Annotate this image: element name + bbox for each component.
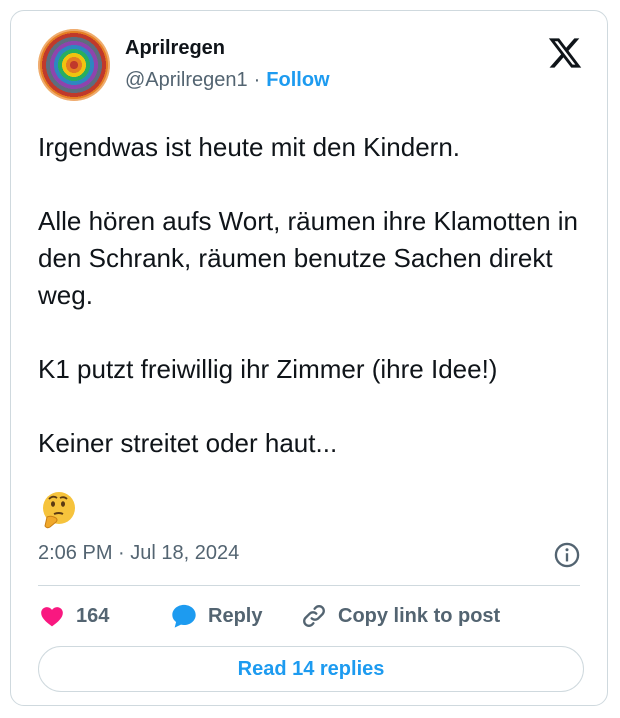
x-logo-icon[interactable]: [547, 35, 583, 71]
tweet-paragraph: K1 putzt freiwillig ihr Zimmer (ihre Ide…: [38, 354, 498, 384]
reply-bubble-icon: [172, 604, 196, 628]
action-bar: 164 Reply Copy link to post: [38, 601, 598, 631]
tweet-card: Aprilregen @Aprilregen1 · Follow Irgendwas…: [10, 10, 608, 706]
info-icon[interactable]: [553, 541, 581, 569]
link-icon: [303, 605, 325, 627]
author-handle[interactable]: @Aprilregen1: [125, 69, 248, 91]
copy-link-label: Copy link to post: [338, 604, 501, 627]
tweet-paragraph: Irgendwas ist heute mit den Kindern.: [38, 132, 461, 162]
avatar[interactable]: [38, 29, 110, 101]
copy-link-button[interactable]: Copy link to post: [300, 601, 500, 631]
reply-button[interactable]: Reply: [170, 601, 262, 631]
like-button[interactable]: 164: [38, 601, 109, 631]
thinking-face-icon: [43, 492, 75, 529]
timestamp[interactable]: 2:06 PM · Jul 18, 2024: [38, 542, 239, 565]
tweet-paragraph: Keiner streitet oder haut...: [38, 428, 338, 458]
follow-link[interactable]: Follow: [266, 69, 329, 91]
read-replies-button[interactable]: Read 14 replies: [38, 646, 584, 692]
author-handle-row: @Aprilregen1 · Follow: [125, 69, 330, 92]
like-count: 164: [76, 604, 110, 627]
reply-label: Reply: [208, 604, 263, 627]
author-name[interactable]: Aprilregen: [125, 37, 225, 60]
tweet-paragraph: Alle hören aufs Wort, räumen ihre Klamot…: [38, 206, 579, 310]
tweet-text: Irgendwas ist heute mit den Kindern. All…: [38, 129, 598, 462]
separator-dot: ·: [253, 69, 261, 91]
divider: [38, 585, 580, 586]
heart-icon: [41, 607, 63, 627]
